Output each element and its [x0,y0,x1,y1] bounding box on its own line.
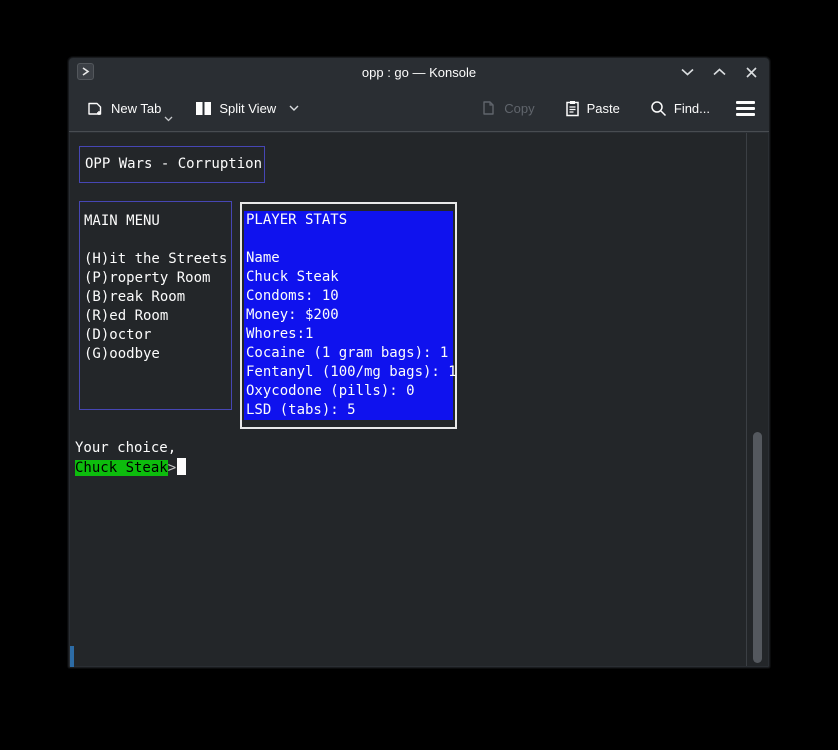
stats-line: Condoms: 10 [246,287,453,306]
main-menu-title: MAIN MENU [84,212,231,231]
paste-button[interactable]: Paste [559,94,626,123]
menu-item: (B)reak Room [84,288,231,307]
find-label: Find... [674,101,710,116]
copy-label: Copy [504,101,534,116]
stats-line: Whores:1 [246,325,453,344]
stats-line: Cocaine (1 gram bags): 1 [246,344,453,363]
menu-item: (H)it the Streets [84,250,231,269]
window-title: opp : go — Konsole [69,65,769,80]
stats-line: Oxycodone (pills): 0 [246,382,453,401]
paste-label: Paste [587,101,620,116]
main-menu-box: MAIN MENU (H)it the Streets (P)roperty R… [79,201,232,410]
window-controls [679,58,759,86]
copy-button[interactable]: Copy [475,94,540,123]
game-title-box: OPP Wars - Corruption [79,146,265,183]
find-button[interactable]: Find... [644,94,716,123]
output-indicator-bar [70,646,74,667]
stats-line: Money: $200 [246,306,453,325]
new-tab-icon [87,100,104,117]
konsole-window: opp : go — Konsole New Tab [68,57,770,668]
stats-line: LSD (tabs): 5 [246,401,453,420]
search-icon [650,100,667,117]
split-view-button[interactable]: Split View [189,95,305,122]
terminal-prompt-icon [81,67,90,76]
paste-icon [565,100,580,117]
prompt-text: Your choice, [75,439,176,458]
blank-line [84,231,231,250]
menu-item: (P)roperty Room [84,269,231,288]
blank-line [246,230,453,249]
konsole-app-icon[interactable] [77,63,94,80]
copy-icon [481,100,497,117]
terminal-cursor [177,458,186,475]
scrollbar-thumb[interactable] [753,432,762,663]
split-view-label: Split View [219,101,276,116]
prompt-symbol: > [168,460,176,476]
game-title: OPP Wars - Corruption [85,155,264,174]
stats-line: Name [246,249,453,268]
toolbar: New Tab Split View [69,86,769,132]
player-stats-panel: PLAYER STATS Name Chuck Steak Condoms: 1… [244,211,453,420]
split-view-icon [195,101,212,116]
menu-item: (D)octor [84,326,231,345]
new-tab-label: New Tab [111,101,161,116]
maximize-icon[interactable] [711,64,727,80]
player-stats-box: PLAYER STATS Name Chuck Steak Condoms: 1… [240,202,457,429]
scrollbar-track[interactable] [747,133,768,666]
menu-item: (R)ed Room [84,307,231,326]
close-icon[interactable] [743,64,759,80]
titlebar[interactable]: opp : go — Konsole [69,58,769,86]
menu-item: (G)oodbye [84,345,231,364]
menu-button[interactable] [734,97,757,120]
split-view-dropdown-icon[interactable] [289,105,299,112]
terminal-view[interactable]: OPP Wars - Corruption MAIN MENU (H)it th… [70,133,768,666]
minimize-icon[interactable] [679,64,695,80]
new-tab-dropdown-icon[interactable] [164,116,173,122]
stats-line: Fentanyl (100/mg bags): 1 [246,363,453,382]
player-name-highlight: Chuck Steak [75,460,168,476]
stats-line: Chuck Steak [246,268,453,287]
new-tab-button[interactable]: New Tab [81,94,167,123]
player-stats-title: PLAYER STATS [246,211,453,230]
prompt-input-line[interactable]: Chuck Steak> [75,458,186,477]
